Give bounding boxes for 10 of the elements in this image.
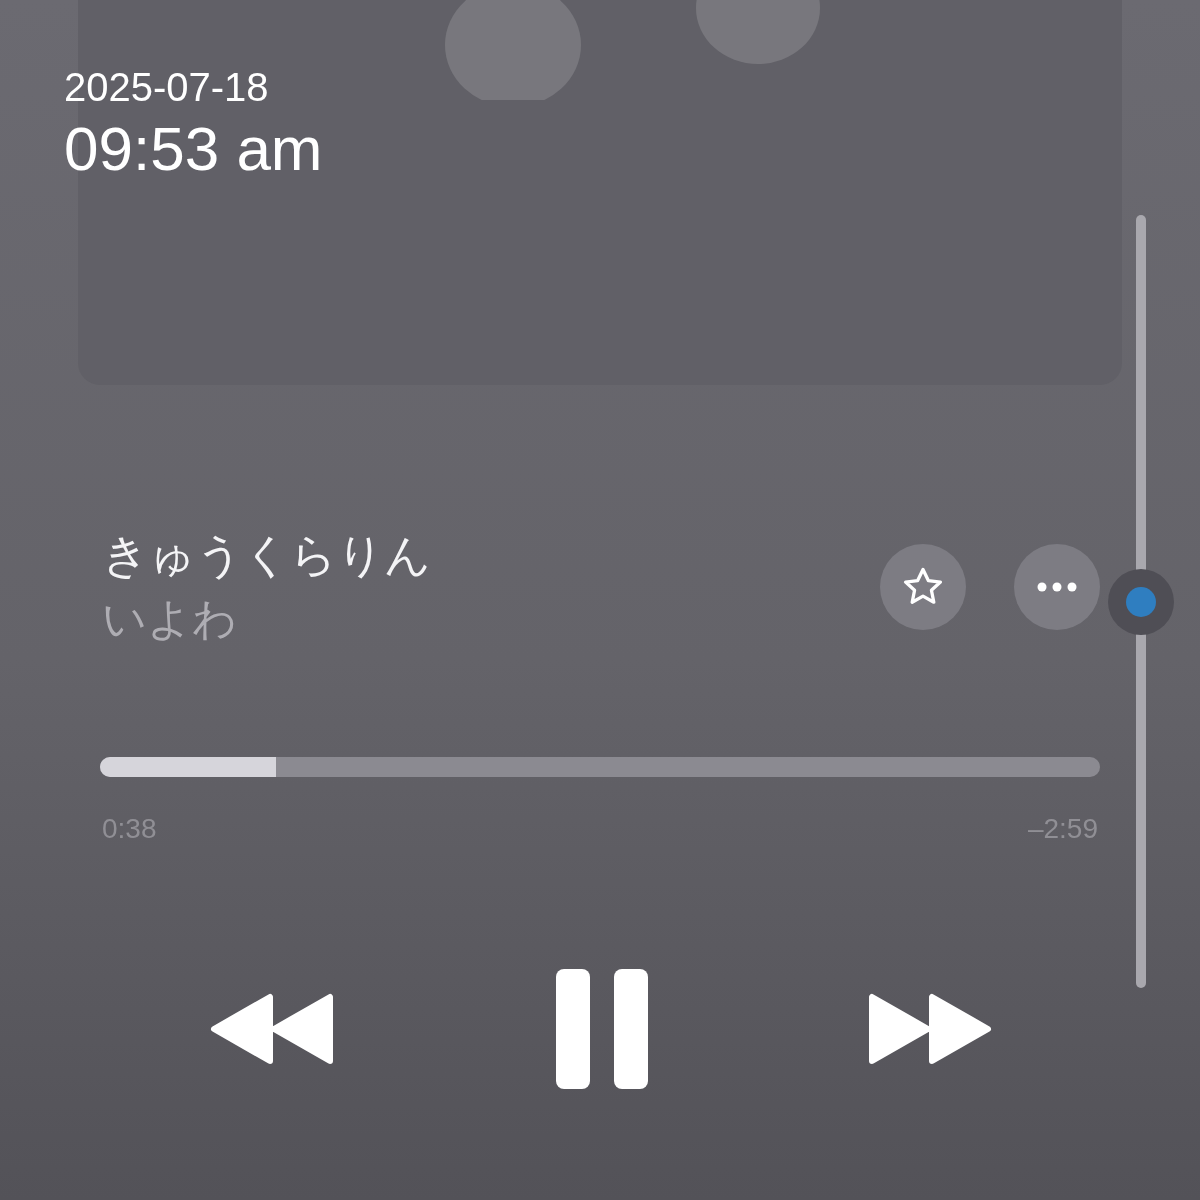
pause-icon[interactable] [556,969,648,1089]
volume-slider[interactable] [1108,215,1174,988]
song-title: きゅうくらりん [102,528,432,583]
ellipsis-icon [1037,582,1077,592]
date-label: 2025-07-18 [64,64,270,111]
artist-name: いよわ [102,593,238,645]
volume-track[interactable] [1136,215,1146,988]
rewind-icon[interactable] [210,993,334,1065]
time-label: 09:53 am [64,113,323,185]
fast-forward-icon[interactable] [868,993,992,1065]
